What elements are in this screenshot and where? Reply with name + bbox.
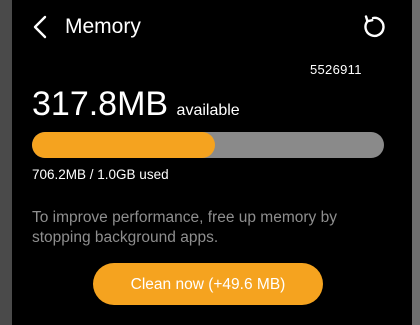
- memory-usage-fill: [32, 132, 216, 158]
- device-frame: Memory 5526911 317.8MB available 706.2MB…: [0, 0, 420, 325]
- available-label: available: [176, 102, 240, 119]
- app-header: Memory: [12, 0, 412, 56]
- chevron-left-icon: [33, 15, 47, 39]
- device-bezel: [412, 0, 420, 325]
- available-value: 317.8MB: [32, 85, 169, 123]
- refresh-button[interactable]: [358, 12, 388, 42]
- performance-hint: To improve performance, free up memory b…: [32, 209, 337, 246]
- clean-now-button[interactable]: Clean now (+49.6 MB): [93, 263, 323, 305]
- refresh-icon: [364, 15, 385, 38]
- back-button[interactable]: [28, 12, 54, 42]
- memory-usage-bar: [32, 132, 384, 158]
- used-memory-text: 706.2MB / 1.0GB used: [32, 167, 169, 182]
- page-title: Memory: [65, 15, 141, 38]
- device-code: 5526911: [310, 62, 362, 77]
- memory-screen: Memory 5526911 317.8MB available 706.2MB…: [12, 0, 412, 325]
- available-memory: 317.8MB available: [32, 84, 240, 124]
